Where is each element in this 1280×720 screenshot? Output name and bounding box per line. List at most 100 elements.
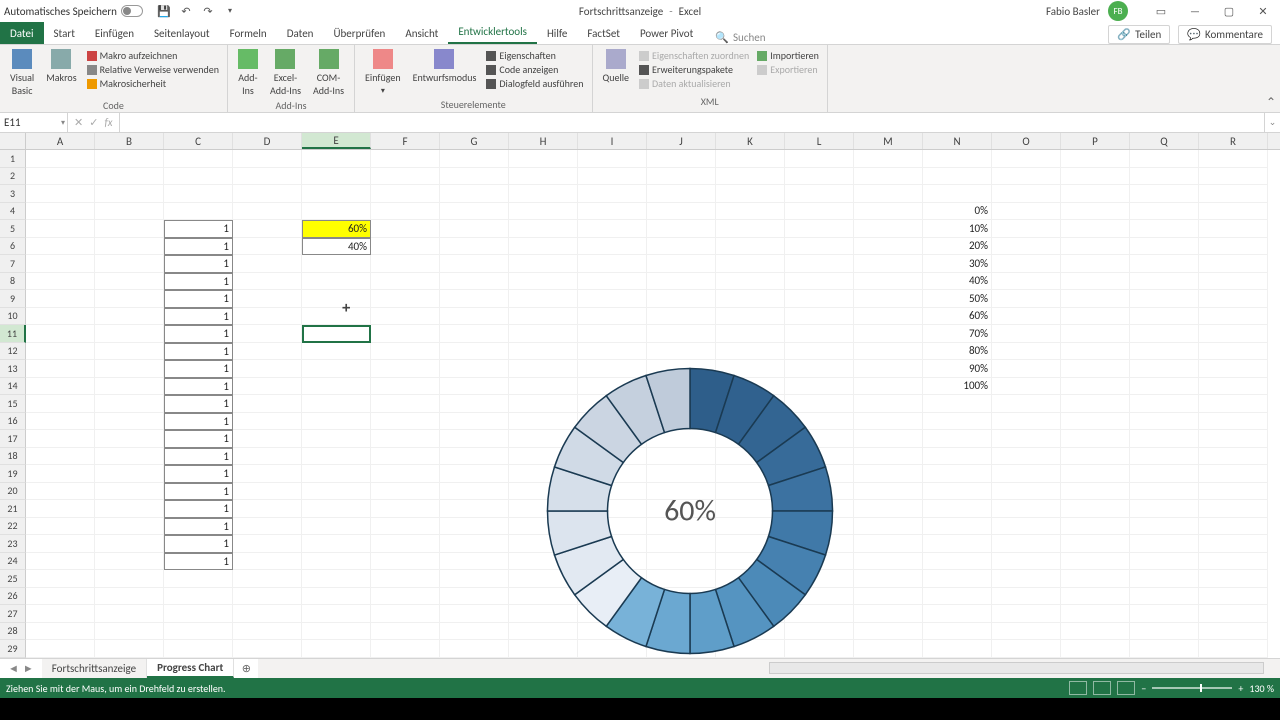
cell-R23[interactable] <box>1199 535 1268 553</box>
cell-C11[interactable]: 1 <box>164 325 233 343</box>
cell-M5[interactable] <box>854 220 923 238</box>
cell-I1[interactable] <box>578 150 647 168</box>
cell-P17[interactable] <box>1061 430 1130 448</box>
cell-C22[interactable]: 1 <box>164 518 233 536</box>
donut-chart[interactable]: 60% <box>540 361 840 658</box>
row-header-10[interactable]: 10 <box>0 308 26 326</box>
cell-R19[interactable] <box>1199 465 1268 483</box>
cell-F2[interactable] <box>371 168 440 186</box>
cell-O6[interactable] <box>992 238 1061 256</box>
cell-H9[interactable] <box>509 290 578 308</box>
cell-N18[interactable] <box>923 448 992 466</box>
cell-A6[interactable] <box>26 238 95 256</box>
cell-G18[interactable] <box>440 448 509 466</box>
cell-C23[interactable]: 1 <box>164 535 233 553</box>
cell-M28[interactable] <box>854 623 923 641</box>
cell-Q23[interactable] <box>1130 535 1199 553</box>
cell-B17[interactable] <box>95 430 164 448</box>
cell-F3[interactable] <box>371 185 440 203</box>
col-header-M[interactable]: M <box>854 133 923 149</box>
cell-N13[interactable]: 90% <box>923 360 992 378</box>
cell-C18[interactable]: 1 <box>164 448 233 466</box>
excel-addins-button[interactable]: Excel- Add-Ins <box>266 47 305 99</box>
tab-daten[interactable]: Daten <box>277 23 324 44</box>
cell-Q16[interactable] <box>1130 413 1199 431</box>
cell-O1[interactable] <box>992 150 1061 168</box>
cell-E7[interactable] <box>302 255 371 273</box>
importieren-button[interactable]: Importieren <box>757 49 819 62</box>
cell-F23[interactable] <box>371 535 440 553</box>
cell-Q6[interactable] <box>1130 238 1199 256</box>
cell-R11[interactable] <box>1199 325 1268 343</box>
cell-G11[interactable] <box>440 325 509 343</box>
cell-I10[interactable] <box>578 308 647 326</box>
cell-O29[interactable] <box>992 640 1061 658</box>
cell-P29[interactable] <box>1061 640 1130 658</box>
cell-G19[interactable] <box>440 465 509 483</box>
row-header-28[interactable]: 28 <box>0 623 26 641</box>
cell-M10[interactable] <box>854 308 923 326</box>
col-header-R[interactable]: R <box>1199 133 1268 149</box>
tab-factset[interactable]: FactSet <box>577 23 630 44</box>
cell-J8[interactable] <box>647 273 716 291</box>
cell-A23[interactable] <box>26 535 95 553</box>
cell-B15[interactable] <box>95 395 164 413</box>
col-header-A[interactable]: A <box>26 133 95 149</box>
zoom-level[interactable]: 130 % <box>1249 682 1274 695</box>
cell-L5[interactable] <box>785 220 854 238</box>
cell-E11[interactable] <box>302 325 371 343</box>
row-header-6[interactable]: 6 <box>0 238 26 256</box>
maximize-icon[interactable]: ▢ <box>1212 0 1246 22</box>
cell-F25[interactable] <box>371 570 440 588</box>
cell-E12[interactable] <box>302 343 371 361</box>
cell-G25[interactable] <box>440 570 509 588</box>
cell-J10[interactable] <box>647 308 716 326</box>
cell-A3[interactable] <box>26 185 95 203</box>
cell-P4[interactable] <box>1061 203 1130 221</box>
cell-G16[interactable] <box>440 413 509 431</box>
cell-D14[interactable] <box>233 378 302 396</box>
com-addins-button[interactable]: COM- Add-Ins <box>309 47 348 99</box>
row-header-17[interactable]: 17 <box>0 430 26 448</box>
cell-C8[interactable]: 1 <box>164 273 233 291</box>
cell-R6[interactable] <box>1199 238 1268 256</box>
cell-C7[interactable]: 1 <box>164 255 233 273</box>
cell-F16[interactable] <box>371 413 440 431</box>
cell-A20[interactable] <box>26 483 95 501</box>
tab-hilfe[interactable]: Hilfe <box>537 23 577 44</box>
cell-D16[interactable] <box>233 413 302 431</box>
cell-D13[interactable] <box>233 360 302 378</box>
cell-P5[interactable] <box>1061 220 1130 238</box>
cell-D18[interactable] <box>233 448 302 466</box>
cell-F28[interactable] <box>371 623 440 641</box>
cell-E27[interactable] <box>302 605 371 623</box>
cell-F17[interactable] <box>371 430 440 448</box>
cell-M7[interactable] <box>854 255 923 273</box>
cell-O21[interactable] <box>992 500 1061 518</box>
cell-Q18[interactable] <box>1130 448 1199 466</box>
cell-D6[interactable] <box>233 238 302 256</box>
cell-M27[interactable] <box>854 605 923 623</box>
cell-P18[interactable] <box>1061 448 1130 466</box>
cell-D3[interactable] <box>233 185 302 203</box>
cell-A1[interactable] <box>26 150 95 168</box>
cell-E21[interactable] <box>302 500 371 518</box>
cell-I9[interactable] <box>578 290 647 308</box>
tab-einfuegen[interactable]: Einfügen <box>85 23 144 44</box>
cell-M13[interactable] <box>854 360 923 378</box>
zoom-in-icon[interactable]: + <box>1238 682 1243 695</box>
eigenschaften-button[interactable]: Eigenschaften <box>486 49 583 62</box>
cell-K3[interactable] <box>716 185 785 203</box>
cell-A22[interactable] <box>26 518 95 536</box>
cell-F8[interactable] <box>371 273 440 291</box>
cell-F11[interactable] <box>371 325 440 343</box>
autosave-toggle[interactable] <box>121 5 143 17</box>
cell-A17[interactable] <box>26 430 95 448</box>
cell-O27[interactable] <box>992 605 1061 623</box>
cell-P15[interactable] <box>1061 395 1130 413</box>
collapse-ribbon-icon[interactable]: ⌃ <box>1266 95 1276 110</box>
cell-D23[interactable] <box>233 535 302 553</box>
cell-A10[interactable] <box>26 308 95 326</box>
cell-C3[interactable] <box>164 185 233 203</box>
cell-M1[interactable] <box>854 150 923 168</box>
